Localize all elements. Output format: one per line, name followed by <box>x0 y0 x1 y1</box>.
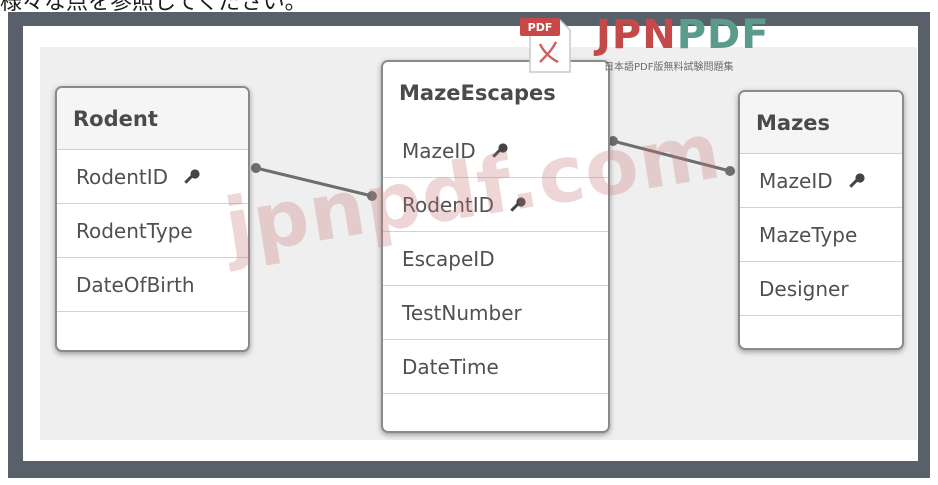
field-label: TestNumber <box>402 300 522 325</box>
table-title: Rodent <box>57 88 248 150</box>
field-row[interactable]: DateTime <box>383 340 608 394</box>
logo-jpn: JPN <box>596 12 677 58</box>
field-label: EscapeID <box>402 246 495 271</box>
field-row[interactable] <box>740 316 902 348</box>
field-row[interactable]: RodentType <box>57 204 248 258</box>
key-icon <box>182 167 202 187</box>
field-label: Designer <box>759 276 849 301</box>
field-label: MazeType <box>759 222 858 247</box>
table-rodent[interactable]: Rodent RodentID RodentType DateOfBirth <box>55 86 250 352</box>
key-icon <box>508 195 528 215</box>
field-row[interactable]: MazeID <box>740 154 902 208</box>
field-row[interactable]: MazeType <box>740 208 902 262</box>
field-row[interactable] <box>383 394 608 431</box>
logo-subtitle: 日本語PDF版無料試験問題集 <box>604 62 734 73</box>
field-label: DateOfBirth <box>76 272 195 297</box>
field-row[interactable]: MazeID <box>383 124 608 178</box>
field-label: RodentType <box>76 218 193 243</box>
pdf-badge-label: PDF <box>528 21 553 34</box>
field-label: MazeID <box>402 138 476 163</box>
field-label: RodentID <box>402 192 495 217</box>
field-label: DateTime <box>402 354 499 379</box>
table-mazes[interactable]: Mazes MazeID MazeType Designer <box>738 90 904 350</box>
field-row[interactable]: Designer <box>740 262 902 316</box>
logo-wordmark: JPNPDF <box>596 12 770 58</box>
field-row[interactable]: RodentID <box>57 150 248 204</box>
field-row[interactable] <box>57 312 248 350</box>
field-label: MazeID <box>759 168 833 193</box>
logo-pdf: PDF <box>676 12 770 58</box>
field-row[interactable]: RodentID <box>383 178 608 232</box>
key-icon <box>490 141 510 161</box>
field-row[interactable]: EscapeID <box>383 232 608 286</box>
field-row[interactable]: TestNumber <box>383 286 608 340</box>
table-title: Mazes <box>740 92 902 154</box>
field-row[interactable]: DateOfBirth <box>57 258 248 312</box>
table-maze-escapes[interactable]: MazeEscapes MazeID RodentID EscapeID Tes… <box>381 60 610 433</box>
key-icon <box>847 171 867 191</box>
pdf-document-icon: PDF <box>520 18 571 73</box>
field-label: RodentID <box>76 164 169 189</box>
watermark-logo: PDF JPNPDF 日本語PDF版無料試験問題集 <box>518 12 828 74</box>
